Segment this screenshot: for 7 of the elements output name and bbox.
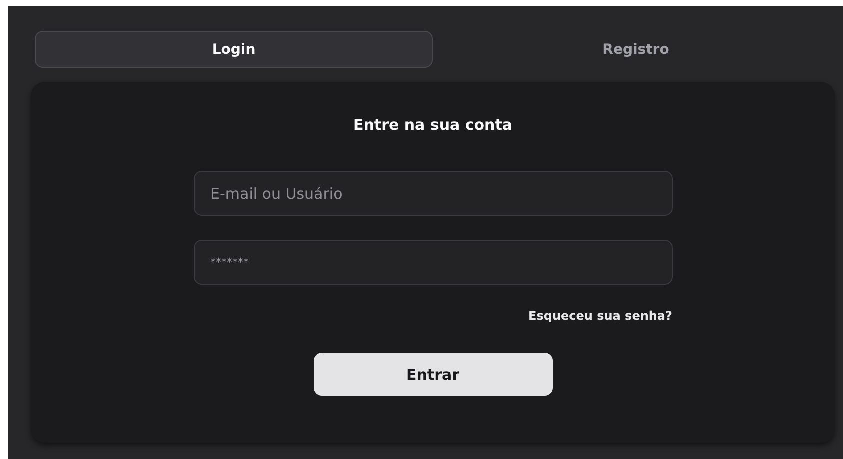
card-title: Entre na sua conta xyxy=(353,116,513,134)
username-field[interactable]: E-mail ou Usuário xyxy=(194,171,672,216)
password-field[interactable]: ******* xyxy=(194,240,672,285)
tab[interactable]: Login xyxy=(35,31,433,68)
tab[interactable]: Registro xyxy=(437,31,835,68)
forgot-password-link[interactable]: Esqueceu sua senha? xyxy=(528,309,672,323)
submit-button[interactable]: Entrar xyxy=(314,353,552,396)
